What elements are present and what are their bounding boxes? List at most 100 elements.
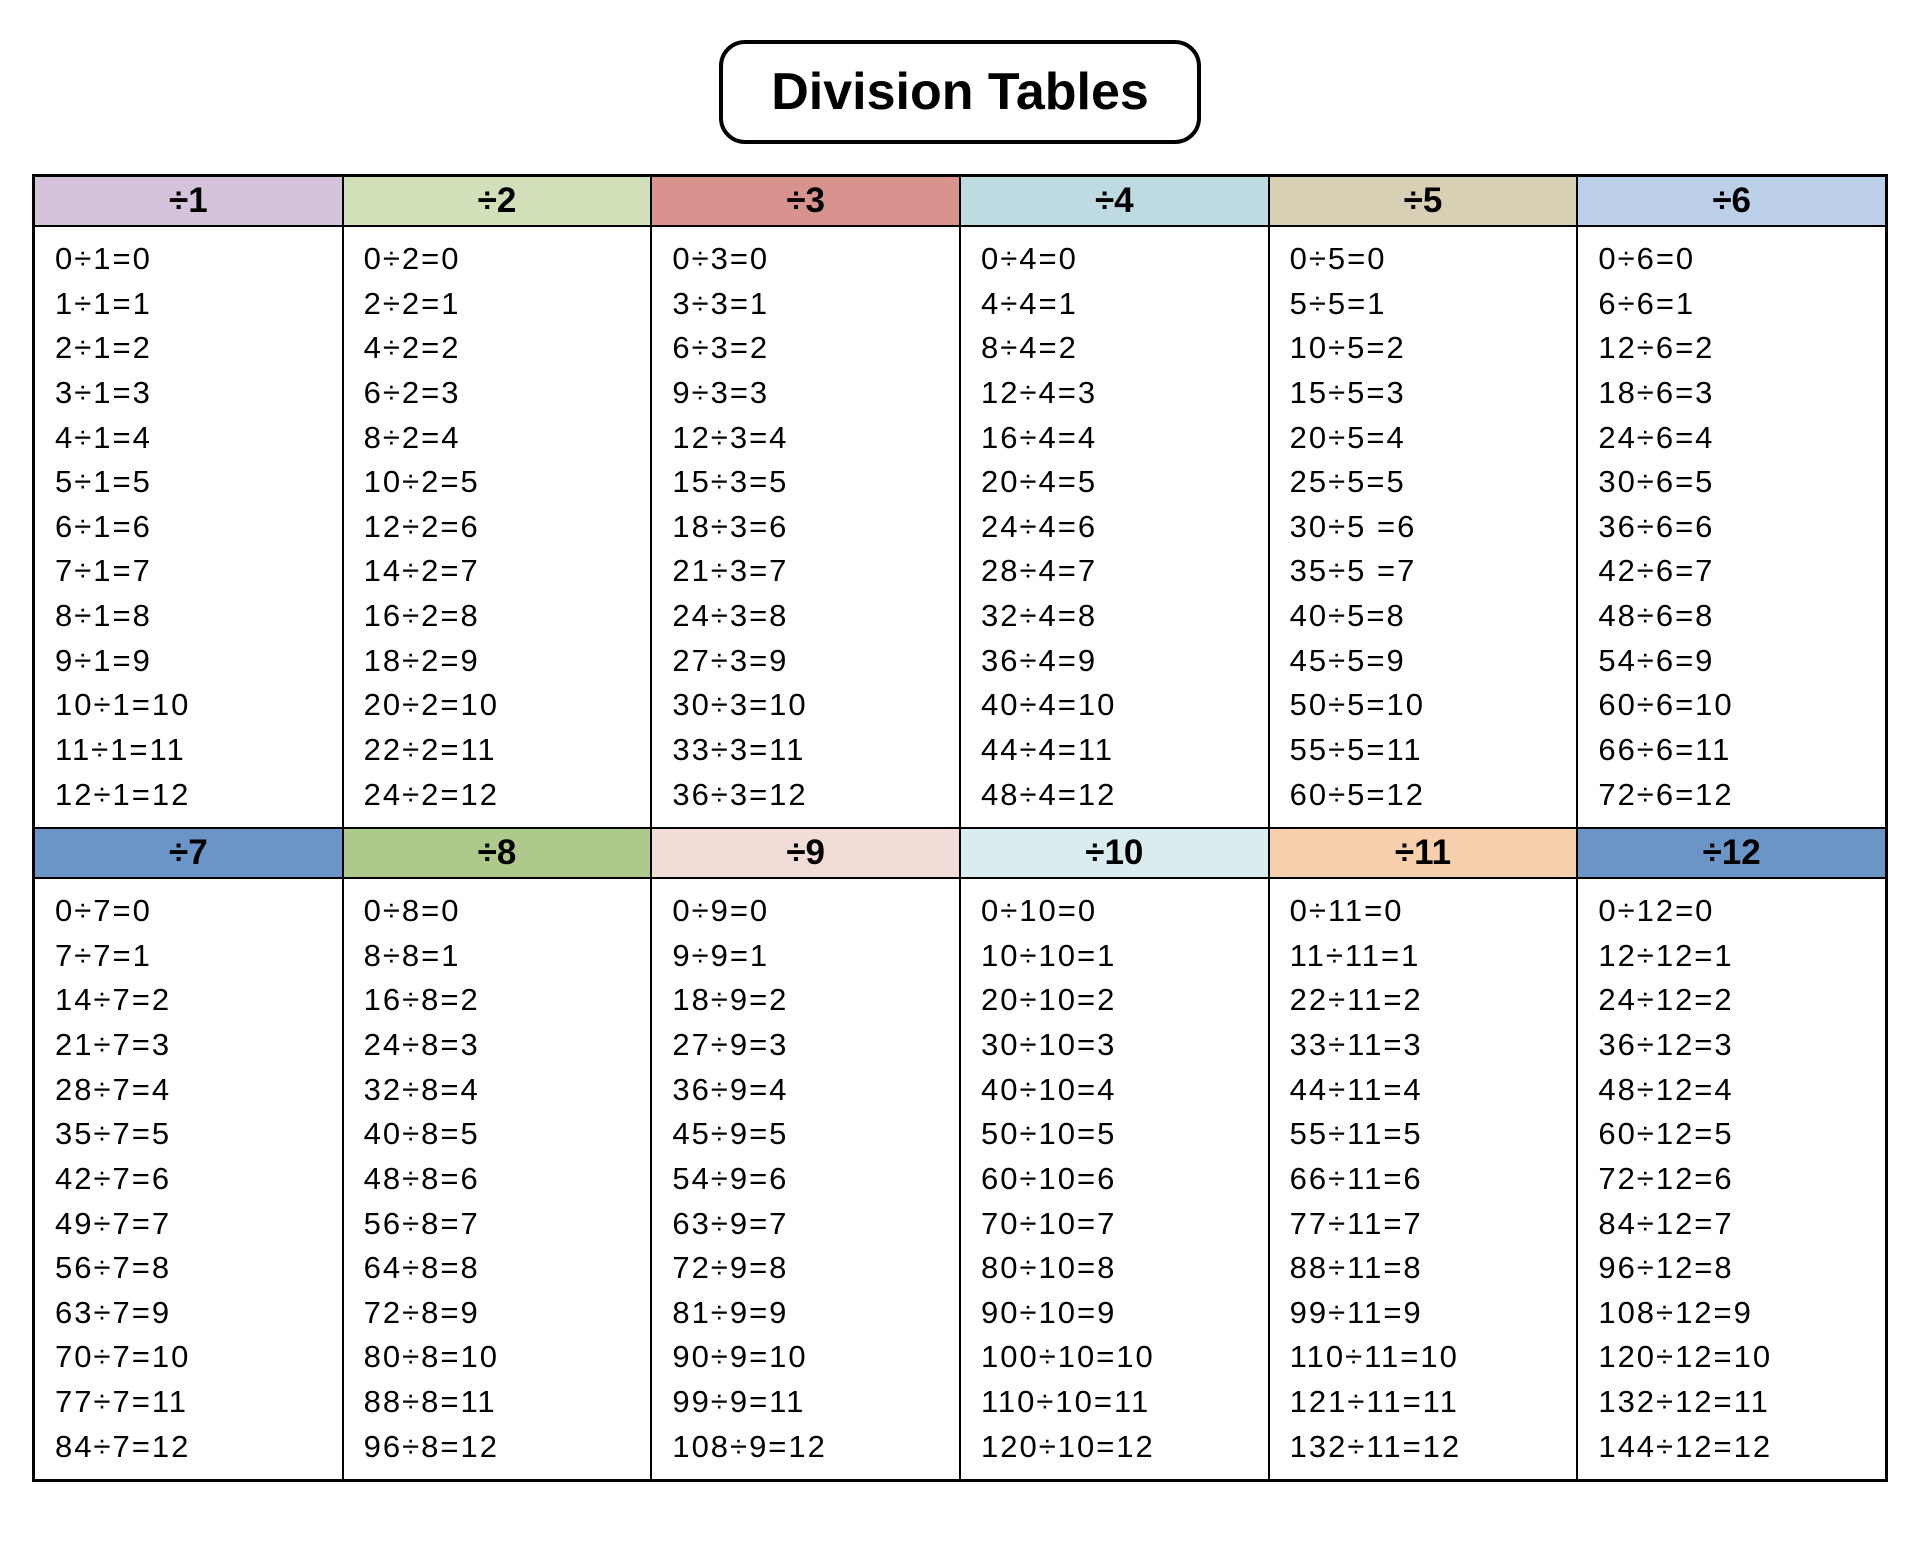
title-container: Division Tables <box>32 40 1888 144</box>
equation-row: 66÷11=6 <box>1290 1157 1557 1202</box>
equation-row: 35÷7=5 <box>55 1112 322 1157</box>
equation-row: 28÷7=4 <box>55 1068 322 1113</box>
equation-row: 30÷10=3 <box>981 1023 1248 1068</box>
column-body-div-4: 0÷4=04÷4=18÷4=212÷4=316÷4=420÷4=524÷4=62… <box>960 226 1269 828</box>
equation-row: 25÷5=5 <box>1290 460 1557 505</box>
column-header-div-7: ÷7 <box>34 828 343 878</box>
column-body-div-6: 0÷6=06÷6=112÷6=218÷6=324÷6=430÷6=536÷6=6… <box>1577 226 1886 828</box>
equation-row: 99÷11=9 <box>1290 1291 1557 1336</box>
equation-row: 27÷9=3 <box>672 1023 939 1068</box>
equation-row: 60÷10=6 <box>981 1157 1248 1202</box>
equation-row: 100÷10=10 <box>981 1335 1248 1380</box>
equation-row: 50÷10=5 <box>981 1112 1248 1157</box>
equation-row: 0÷2=0 <box>364 237 631 282</box>
column-body-div-3: 0÷3=03÷3=16÷3=29÷3=312÷3=415÷3=518÷3=621… <box>651 226 960 828</box>
column-body-div-5: 0÷5=05÷5=110÷5=215÷5=320÷5=425÷5=530÷5 =… <box>1269 226 1578 828</box>
equation-row: 56÷8=7 <box>364 1202 631 1247</box>
equation-row: 1÷1=1 <box>55 282 322 327</box>
equation-row: 9÷3=3 <box>672 371 939 416</box>
equation-row: 36÷9=4 <box>672 1068 939 1113</box>
equation-row: 24÷3=8 <box>672 594 939 639</box>
equation-row: 40÷8=5 <box>364 1112 631 1157</box>
equation-row: 40÷4=10 <box>981 683 1248 728</box>
equation-row: 10÷10=1 <box>981 934 1248 979</box>
equation-row: 80÷10=8 <box>981 1246 1248 1291</box>
equation-row: 12÷12=1 <box>1598 934 1865 979</box>
equation-row: 8÷2=4 <box>364 416 631 461</box>
column-header-div-5: ÷5 <box>1269 176 1578 226</box>
equation-row: 45÷9=5 <box>672 1112 939 1157</box>
equation-row: 72÷12=6 <box>1598 1157 1865 1202</box>
equation-row: 8÷1=8 <box>55 594 322 639</box>
equation-row: 8÷4=2 <box>981 326 1248 371</box>
equation-row: 96÷8=12 <box>364 1425 631 1470</box>
equation-row: 72÷9=8 <box>672 1246 939 1291</box>
equation-row: 63÷7=9 <box>55 1291 322 1336</box>
equation-row: 96÷12=8 <box>1598 1246 1865 1291</box>
equation-row: 80÷8=10 <box>364 1335 631 1380</box>
equation-row: 15÷5=3 <box>1290 371 1557 416</box>
equation-row: 10÷1=10 <box>55 683 322 728</box>
equation-row: 44÷11=4 <box>1290 1068 1557 1113</box>
equation-row: 14÷7=2 <box>55 978 322 1023</box>
equation-row: 88÷11=8 <box>1290 1246 1557 1291</box>
column-body-div-9: 0÷9=09÷9=118÷9=227÷9=336÷9=445÷9=554÷9=6… <box>651 878 960 1480</box>
equation-row: 49÷7=7 <box>55 1202 322 1247</box>
equation-row: 0÷10=0 <box>981 889 1248 934</box>
equation-row: 12÷4=3 <box>981 371 1248 416</box>
equation-row: 30÷3=10 <box>672 683 939 728</box>
equation-row: 21÷3=7 <box>672 549 939 594</box>
equation-row: 11÷1=11 <box>55 728 322 773</box>
equation-row: 6÷6=1 <box>1598 282 1865 327</box>
equation-row: 54÷9=6 <box>672 1157 939 1202</box>
equation-row: 0÷8=0 <box>364 889 631 934</box>
equation-row: 66÷6=11 <box>1598 728 1865 773</box>
equation-row: 45÷5=9 <box>1290 639 1557 684</box>
equation-row: 12÷6=2 <box>1598 326 1865 371</box>
equation-row: 64÷8=8 <box>364 1246 631 1291</box>
equation-row: 144÷12=12 <box>1598 1425 1865 1470</box>
equation-row: 48÷12=4 <box>1598 1068 1865 1113</box>
equation-row: 20÷5=4 <box>1290 416 1557 461</box>
equation-row: 7÷7=1 <box>55 934 322 979</box>
column-body-div-11: 0÷11=011÷11=122÷11=233÷11=344÷11=455÷11=… <box>1269 878 1578 1480</box>
equation-row: 36÷3=12 <box>672 773 939 818</box>
equation-row: 108÷9=12 <box>672 1425 939 1470</box>
equation-row: 0÷4=0 <box>981 237 1248 282</box>
equation-row: 28÷4=7 <box>981 549 1248 594</box>
equation-row: 48÷4=12 <box>981 773 1248 818</box>
equation-row: 27÷3=9 <box>672 639 939 684</box>
equation-row: 5÷5=1 <box>1290 282 1557 327</box>
equation-row: 22÷11=2 <box>1290 978 1557 1023</box>
equation-row: 18÷2=9 <box>364 639 631 684</box>
equation-row: 18÷6=3 <box>1598 371 1865 416</box>
equation-row: 120÷12=10 <box>1598 1335 1865 1380</box>
equation-row: 35÷5 =7 <box>1290 549 1557 594</box>
equation-row: 8÷8=1 <box>364 934 631 979</box>
equation-row: 48÷8=6 <box>364 1157 631 1202</box>
equation-row: 2÷1=2 <box>55 326 322 371</box>
equation-row: 24÷6=4 <box>1598 416 1865 461</box>
equation-row: 4÷1=4 <box>55 416 322 461</box>
equation-row: 55÷11=5 <box>1290 1112 1557 1157</box>
equation-row: 84÷7=12 <box>55 1425 322 1470</box>
equation-row: 77÷11=7 <box>1290 1202 1557 1247</box>
equation-row: 0÷12=0 <box>1598 889 1865 934</box>
equation-row: 55÷5=11 <box>1290 728 1557 773</box>
equation-row: 60÷5=12 <box>1290 773 1557 818</box>
equation-row: 11÷11=1 <box>1290 934 1557 979</box>
equation-row: 18÷9=2 <box>672 978 939 1023</box>
equation-row: 16÷2=8 <box>364 594 631 639</box>
equation-row: 0÷11=0 <box>1290 889 1557 934</box>
equation-row: 48÷6=8 <box>1598 594 1865 639</box>
equation-row: 36÷4=9 <box>981 639 1248 684</box>
equation-row: 4÷4=1 <box>981 282 1248 327</box>
column-header-div-3: ÷3 <box>651 176 960 226</box>
column-header-div-1: ÷1 <box>34 176 343 226</box>
equation-row: 30÷5 =6 <box>1290 505 1557 550</box>
equation-row: 14÷2=7 <box>364 549 631 594</box>
equation-row: 7÷1=7 <box>55 549 322 594</box>
equation-row: 10÷2=5 <box>364 460 631 505</box>
column-body-div-2: 0÷2=02÷2=14÷2=26÷2=38÷2=410÷2=512÷2=614÷… <box>343 226 652 828</box>
equation-row: 6÷1=6 <box>55 505 322 550</box>
